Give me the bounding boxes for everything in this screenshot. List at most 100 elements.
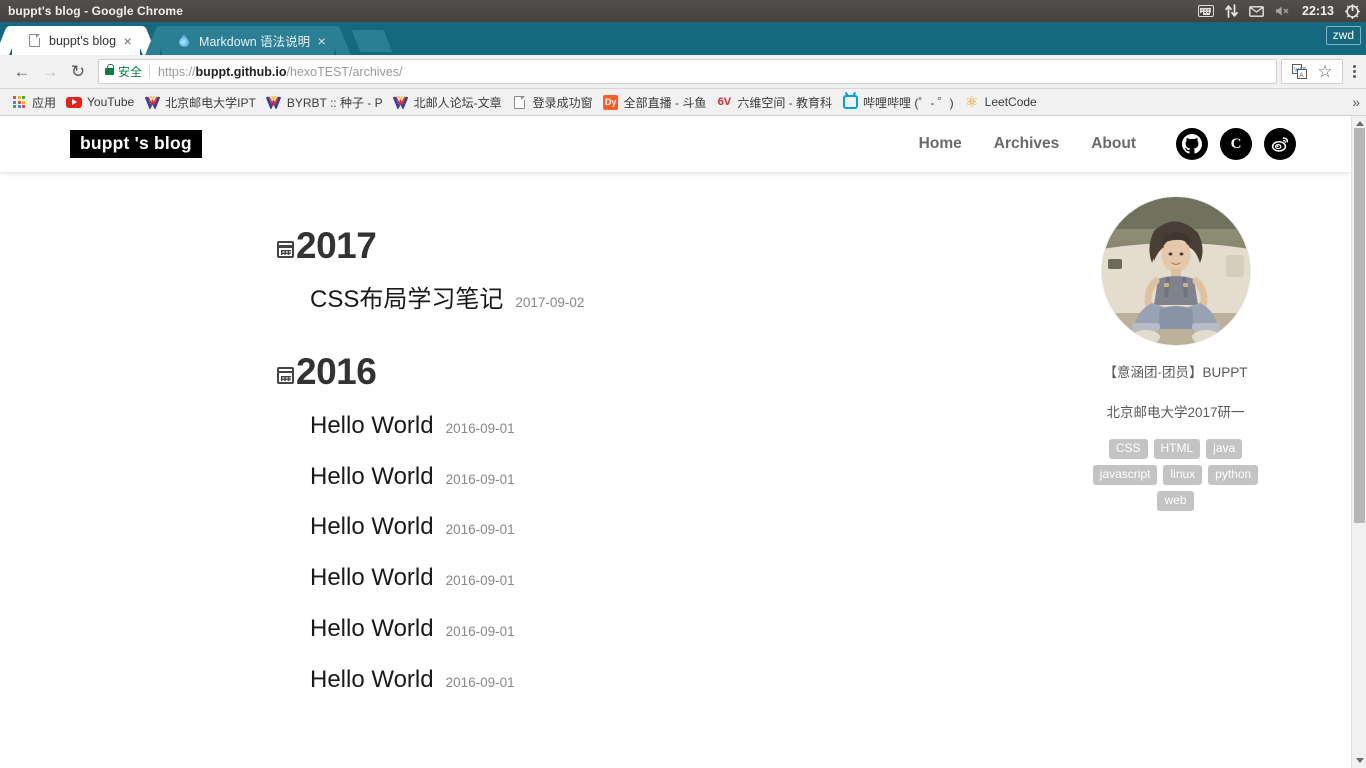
post-date: 2016-09-01 [445, 573, 515, 589]
bookmark-byrbt[interactable]: BYRBT :: 种子 - P [261, 92, 388, 113]
social-links: C [1176, 128, 1296, 160]
lock-icon [105, 64, 114, 75]
author-subtitle: 北京邮电大学2017研一 [1106, 405, 1245, 420]
window-title-bar: buppt's blog - Google Chrome 22:13 [0, 0, 1366, 22]
bookmark-label: 北京邮电大学IPT [165, 95, 256, 110]
power-gear-icon[interactable] [1345, 3, 1360, 19]
scroll-down-arrow-icon[interactable] [1352, 753, 1366, 768]
bookmark-label: BYRBT :: 种子 - P [286, 95, 383, 110]
water-drop-icon [176, 33, 192, 49]
bookmark-youtube[interactable]: YouTube [61, 92, 139, 113]
bookmark-byr-forum[interactable]: 北邮人论坛-文章 [388, 92, 507, 113]
post-title[interactable]: Hello World [310, 615, 434, 644]
three-dot-menu-icon[interactable] [1353, 65, 1356, 78]
back-button[interactable]: ← [8, 58, 36, 86]
bookmark-label: YouTube [87, 95, 135, 109]
post-title[interactable]: Hello World [310, 564, 434, 593]
post-date: 2016-09-01 [445, 623, 515, 639]
bookmark-label: 登录成功窗 [532, 95, 593, 110]
tag-cloud: CSS HTML java javascript linux python we… [1000, 439, 1351, 511]
tag-item[interactable]: java [1206, 439, 1243, 459]
bookmark-label: 哔哩哔哩 (゜- ゜) [863, 95, 954, 110]
url-scheme: https:// [158, 64, 196, 79]
browser-tab-markdown[interactable]: Markdown 语法说明 × [145, 26, 352, 55]
profile-badge[interactable]: zwd [1325, 26, 1361, 45]
archive-post-item[interactable]: Hello World 2016-09-01 [277, 513, 1000, 542]
bookmark-bilibili[interactable]: 哔哩哔哩 (゜- ゜) [837, 92, 959, 113]
page-body: 2017 CSS布局学习笔记 2017-09-02 2016 Hello Wor… [0, 172, 1351, 695]
bookmark-apps[interactable]: 应用 [6, 92, 61, 113]
post-title[interactable]: Hello World [310, 513, 434, 542]
bookmark-douyu[interactable]: Dy 全部直播 - 斗鱼 [598, 92, 712, 113]
browser-toolbar: ← → ↻ 安全 https://buppt.github.io/hexoTES… [0, 55, 1366, 89]
csdn-icon[interactable]: C [1220, 128, 1252, 160]
archive-post-item[interactable]: Hello World 2016-09-01 [277, 564, 1000, 593]
reload-button[interactable]: ↻ [64, 58, 92, 86]
tag-item[interactable]: python [1208, 465, 1259, 485]
author-name: 【意涵团·团员】BUPPT [1103, 365, 1248, 380]
site-header: buppt 's blog Home Archives About C [0, 116, 1351, 172]
archive-post-item[interactable]: Hello World 2016-09-01 [277, 666, 1000, 695]
bookmark-leetcode[interactable]: ⚛ LeetCode [959, 92, 1042, 113]
site-nav: Home Archives About C [903, 128, 1296, 160]
bookmark-label: 应用 [32, 95, 57, 110]
svg-text:A: A [1299, 72, 1304, 79]
toolbar-actions: \u6587A ☆ [1281, 59, 1358, 84]
new-tab-button[interactable] [351, 30, 393, 52]
tag-item[interactable]: web [1157, 491, 1194, 511]
nav-item-archives[interactable]: Archives [978, 135, 1075, 153]
tag-item[interactable]: javascript [1092, 465, 1158, 485]
bookmarks-overflow-button[interactable]: » [1352, 94, 1360, 110]
post-date: 2016-09-01 [445, 471, 515, 487]
post-title[interactable]: Hello World [310, 666, 434, 695]
post-date: 2016-09-01 [445, 420, 515, 436]
bookmark-star-icon[interactable]: ☆ [1312, 60, 1338, 83]
year-heading: 2016 [277, 353, 1000, 390]
nav-item-home[interactable]: Home [903, 135, 978, 153]
archive-post-item[interactable]: Hello World 2016-09-01 [277, 615, 1000, 644]
bookmark-liuwei[interactable]: 6V 六维空间 - 教育科 [711, 92, 837, 113]
tag-item[interactable]: CSS [1108, 439, 1148, 459]
volume-muted-icon[interactable] [1275, 5, 1291, 17]
site-logo[interactable]: buppt 's blog [70, 129, 202, 159]
calendar-icon [277, 366, 294, 384]
post-title[interactable]: Hello World [310, 412, 434, 441]
bookmark-label: LeetCode [984, 95, 1037, 109]
bookmark-login-success[interactable]: 登录成功窗 [507, 92, 598, 113]
archive-post-item[interactable]: Hello World 2016-09-01 [277, 412, 1000, 441]
tag-item[interactable]: linux [1163, 465, 1203, 485]
v-bird-icon [144, 94, 160, 110]
tag-item[interactable]: HTML [1153, 439, 1201, 459]
bilibili-icon [842, 94, 858, 110]
post-title[interactable]: Hello World [310, 463, 434, 492]
archive-post-item[interactable]: Hello World 2016-09-01 [277, 463, 1000, 492]
archives-list: 2017 CSS布局学习笔记 2017-09-02 2016 Hello Wor… [0, 172, 1000, 695]
mail-icon[interactable] [1249, 5, 1264, 17]
post-date: 2016-09-01 [445, 674, 515, 690]
browser-tab-active[interactable]: buppt's blog × [0, 26, 157, 55]
github-icon[interactable] [1176, 128, 1208, 160]
system-clock[interactable]: 22:13 [1302, 4, 1334, 18]
page-scrollbar[interactable] [1351, 116, 1366, 768]
bookmark-label: 全部直播 - 斗鱼 [623, 95, 707, 110]
network-updown-icon[interactable] [1225, 4, 1238, 18]
bookmark-label: 六维空间 - 教育科 [737, 95, 832, 110]
forward-button[interactable]: → [36, 58, 64, 86]
year-label: 2017 [296, 225, 377, 266]
tab-title: Markdown 语法说明 [199, 35, 311, 49]
archive-post-item[interactable]: CSS布局学习笔记 2017-09-02 [277, 286, 1000, 315]
keyboard-icon[interactable] [1198, 5, 1215, 17]
csdn-glyph: C [1230, 135, 1242, 152]
address-bar[interactable]: 安全 https://buppt.github.io/hexoTEST/arch… [98, 59, 1277, 84]
close-icon[interactable]: × [119, 32, 136, 49]
bookmark-bupt-ipt[interactable]: 北京邮电大学IPT [139, 92, 261, 113]
browser-tab-strip: buppt's blog × Markdown 语法说明 × zwd [0, 22, 1366, 55]
nav-item-about[interactable]: About [1075, 135, 1152, 153]
post-title[interactable]: CSS布局学习笔记 [310, 286, 503, 315]
translate-icon[interactable]: \u6587A [1286, 60, 1312, 83]
scrollbar-thumb[interactable] [1354, 128, 1365, 523]
weibo-icon[interactable] [1264, 128, 1296, 160]
page-icon [512, 94, 528, 110]
url-host: buppt.github.io [195, 64, 287, 79]
apps-grid-icon [11, 94, 27, 110]
